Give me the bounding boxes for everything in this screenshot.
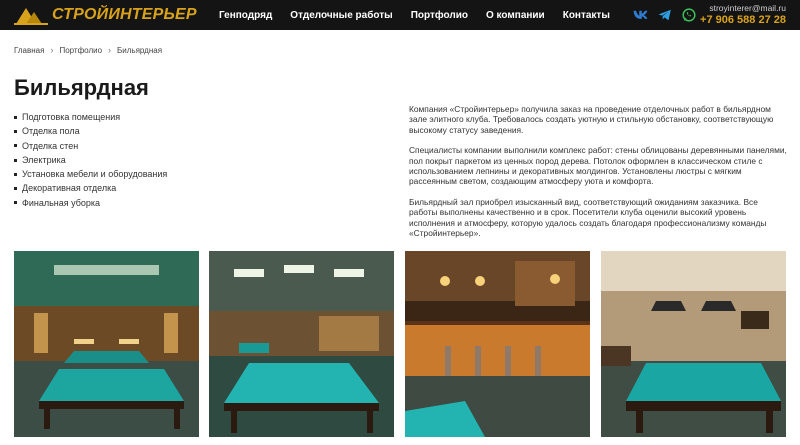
- page-title: Бильярдная: [14, 75, 149, 100]
- list-item: Электрика: [14, 153, 167, 167]
- bullet-icon: [14, 187, 17, 191]
- site-header: СТРОЙИНТЕРЬЕР Генподряд Отделочные работ…: [0, 0, 800, 30]
- list-item-label: Установка мебели и оборудования: [22, 169, 168, 180]
- list-item-label: Отделка стен: [22, 140, 79, 151]
- list-item: Декоративная отделка: [14, 181, 167, 195]
- whatsapp-icon[interactable]: [681, 7, 696, 22]
- bullet-icon: [14, 144, 17, 148]
- project-description: Компания «Стройинтерьер» получила заказ …: [409, 104, 787, 248]
- nav-contacts[interactable]: Контакты: [563, 10, 610, 21]
- nav-about[interactable]: О компании: [486, 10, 545, 21]
- telegram-icon[interactable]: [657, 7, 672, 22]
- list-item-label: Финальная уборка: [22, 197, 101, 208]
- list-item: Отделка стен: [14, 139, 167, 153]
- nav-genpodryad[interactable]: Генподряд: [219, 10, 272, 21]
- bullet-icon: [14, 129, 17, 133]
- billiard-table-photo[interactable]: [601, 251, 786, 437]
- description-paragraph-2: Специалисты компании выполнили комплекс …: [409, 145, 787, 187]
- breadcrumb-portfolio[interactable]: Портфолио: [59, 46, 102, 55]
- chevron-right-icon: ›: [50, 45, 54, 55]
- header-email[interactable]: stroyinterer@mail.ru: [700, 3, 786, 14]
- bullet-icon: [14, 201, 17, 205]
- billiard-bar-photo[interactable]: [405, 251, 590, 437]
- chevron-right-icon: ›: [108, 45, 112, 55]
- nav-portfolio[interactable]: Портфолио: [411, 10, 468, 21]
- list-item-label: Подготовка помещения: [22, 112, 121, 122]
- photo-gallery: [14, 251, 786, 437]
- breadcrumb-current: Бильярдная: [117, 45, 163, 55]
- billiard-hall-photo-2[interactable]: [209, 251, 394, 437]
- bullet-icon: [14, 172, 17, 176]
- description-paragraph-3: Бильярдный зал приобрел изысканный вид, …: [409, 196, 767, 239]
- breadcrumb: Главная › Портфолио › Бильярдная: [14, 45, 162, 55]
- bullet-icon: [14, 115, 17, 119]
- description-paragraph-1: Компания «Стройинтерьер» получила заказ …: [409, 104, 774, 135]
- header-contacts: stroyinterer@mail.ru +7 906 588 27 28: [700, 3, 786, 27]
- logo-mark-icon: [14, 8, 48, 25]
- list-item: Отделка пола: [14, 124, 167, 138]
- list-item: Установка мебели и оборудования: [14, 167, 167, 181]
- list-item-label: Отделка пола: [22, 126, 80, 137]
- list-item: Финальная уборка: [14, 196, 167, 210]
- list-item-label: Электрика: [22, 154, 66, 165]
- breadcrumb-home[interactable]: Главная: [14, 46, 44, 55]
- social-links: [633, 7, 696, 22]
- main-nav: Генподряд Отделочные работы Портфолио О …: [219, 0, 628, 30]
- list-item-label: Декоративная отделка: [22, 183, 117, 194]
- logo-text: СТРОЙИНТЕРЬЕР: [52, 6, 197, 23]
- bullet-icon: [14, 158, 17, 162]
- vk-icon[interactable]: [633, 7, 648, 22]
- logo[interactable]: СТРОЙИНТЕРЬЕР: [14, 4, 197, 26]
- work-list: Подготовка помещения Отделка пола Отделк…: [14, 110, 167, 210]
- nav-finishing-works[interactable]: Отделочные работы: [290, 10, 392, 21]
- list-item: Подготовка помещения: [14, 110, 167, 124]
- billiard-hall-photo-1[interactable]: [14, 251, 199, 437]
- header-phone[interactable]: +7 906 588 27 28: [700, 14, 786, 27]
